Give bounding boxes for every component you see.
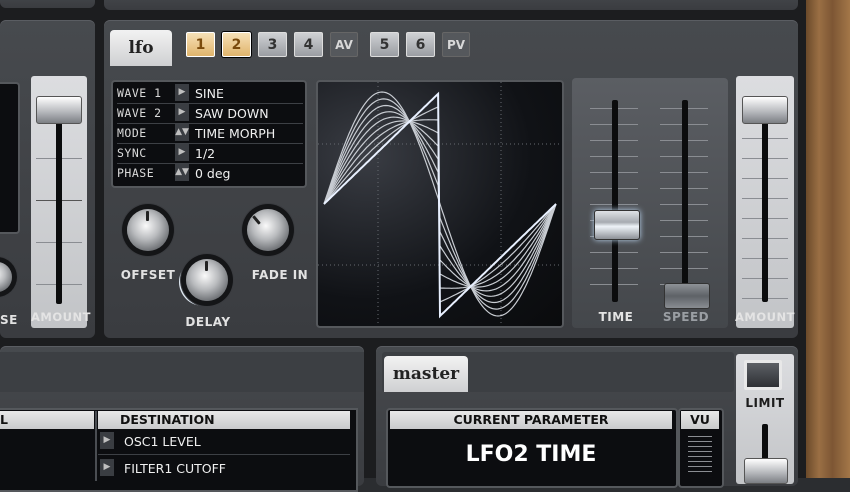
knob-indicator	[205, 261, 208, 271]
mod-matrix-header-strip	[0, 352, 364, 392]
left-amount-slider-handle[interactable]	[36, 96, 82, 124]
fadein-label: FADE IN	[251, 268, 309, 282]
destination-value: OSC1 LEVEL	[124, 434, 201, 449]
wave1-value: SINE	[195, 86, 224, 101]
tick-mark	[688, 441, 712, 442]
time-label: TIME	[598, 310, 634, 324]
vu-meter	[688, 436, 712, 480]
master-tab[interactable]: master	[384, 356, 468, 392]
lfo-button-2[interactable]: 2	[222, 32, 251, 57]
limit-label: LIMIT	[745, 396, 785, 410]
lfo-button-1[interactable]: 1	[186, 32, 215, 57]
tick-mark	[688, 461, 712, 462]
mode-value: TIME MORPH	[195, 126, 276, 141]
fadein-knob[interactable]	[247, 209, 289, 251]
current-parameter-value: LFO2 TIME	[465, 442, 597, 467]
left-amount-label: AMOUNT	[31, 310, 91, 324]
lfo-waveform-display	[316, 80, 564, 328]
knob-indicator	[146, 211, 149, 221]
amount-track	[762, 110, 768, 302]
wave2-label: WAVE 2	[117, 106, 162, 120]
lfo-button-3[interactable]: 3	[258, 32, 287, 57]
wave2-row[interactable]: WAVE 2 ▶ SAW DOWN	[117, 104, 303, 123]
amount-slider-handle[interactable]	[742, 96, 788, 124]
wood-side-panel	[806, 0, 850, 478]
waveform-graph	[318, 82, 562, 326]
left-display	[0, 82, 20, 234]
master-volume-handle[interactable]	[744, 458, 788, 484]
top-panel-right	[104, 0, 798, 10]
time-slider-handle[interactable]	[594, 210, 640, 240]
vu-header: VU	[681, 411, 719, 429]
speed-track	[682, 100, 688, 302]
mod-matrix-row[interactable]: ▶ FILTER1 CUTOFF	[98, 459, 350, 479]
lfo-button-av[interactable]: AV	[330, 32, 358, 57]
speed-slider-handle[interactable]	[664, 283, 710, 309]
arrow-right-icon[interactable]: ▶	[100, 432, 114, 449]
tick-mark	[688, 466, 712, 467]
up-down-arrows-icon[interactable]: ▲▼	[175, 124, 189, 141]
arrow-right-icon[interactable]: ▶	[175, 104, 189, 121]
mode-row[interactable]: MODE ▲▼ TIME MORPH	[117, 124, 303, 143]
lfo-button-pv[interactable]: PV	[442, 32, 470, 57]
top-panel-left	[0, 0, 95, 8]
limit-button[interactable]	[744, 360, 782, 390]
tick-mark	[688, 446, 712, 447]
offset-knob[interactable]	[127, 209, 169, 251]
mode-label: MODE	[117, 126, 147, 140]
mod-matrix-left-header: L	[0, 411, 94, 429]
sync-row[interactable]: SYNC ▶ 1/2	[117, 144, 303, 163]
speed-label: SPEED	[662, 310, 710, 324]
arrow-right-icon[interactable]: ▶	[175, 144, 189, 161]
amount-label: AMOUNT	[735, 310, 795, 324]
tick-mark	[688, 456, 712, 457]
lfo-tab[interactable]: lfo	[110, 30, 172, 66]
lfo-button-6[interactable]: 6	[406, 32, 435, 57]
row-divider	[98, 454, 350, 455]
destination-value: FILTER1 CUTOFF	[124, 461, 226, 476]
destination-header: DESTINATION	[98, 411, 350, 429]
up-down-arrows-icon[interactable]: ▲▼	[175, 164, 189, 181]
sync-value: 1/2	[195, 146, 216, 161]
arrow-right-icon[interactable]: ▶	[100, 459, 114, 476]
left-partial-label: SE	[0, 313, 18, 327]
lfo-button-4[interactable]: 4	[294, 32, 323, 57]
wave1-label: WAVE 1	[117, 86, 162, 100]
wave1-row[interactable]: WAVE 1 ▶ SINE	[117, 84, 303, 103]
offset-label: OFFSET	[120, 268, 176, 282]
mod-matrix-row[interactable]: ▶ OSC1 LEVEL	[98, 432, 350, 452]
time-track	[612, 100, 618, 302]
wave2-value: SAW DOWN	[195, 106, 269, 121]
phase-value: 0 deg	[195, 166, 231, 181]
delay-knob[interactable]	[186, 259, 228, 301]
sync-label: SYNC	[117, 146, 147, 160]
arrow-right-icon[interactable]: ▶	[175, 84, 189, 101]
tick-mark	[688, 451, 712, 452]
tick-mark	[688, 436, 712, 437]
phase-row[interactable]: PHASE ▲▼ 0 deg	[117, 164, 303, 183]
lfo-button-5[interactable]: 5	[370, 32, 399, 57]
delay-label: DELAY	[185, 315, 231, 329]
left-amount-track	[56, 118, 62, 304]
tick-mark	[688, 471, 712, 472]
lfo-parameter-display: WAVE 1 ▶ SINE WAVE 2 ▶ SAW DOWN MODE ▲▼ …	[111, 80, 307, 188]
knob-indicator	[252, 215, 261, 225]
phase-label: PHASE	[117, 166, 155, 180]
mod-matrix-divider	[95, 411, 97, 481]
current-parameter-header: CURRENT PARAMETER	[390, 411, 672, 429]
